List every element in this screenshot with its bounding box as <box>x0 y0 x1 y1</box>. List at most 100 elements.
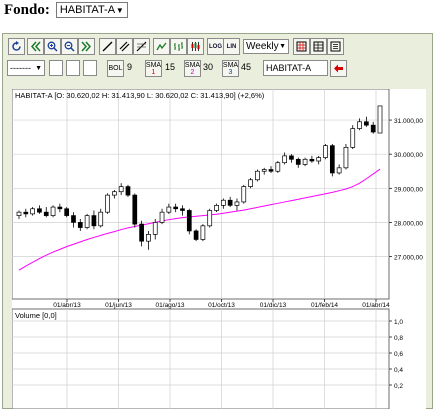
candle-body <box>16 211 22 216</box>
candle-body <box>152 222 158 235</box>
volume-tick-label: 0,6 <box>394 351 403 358</box>
period-select[interactable]: Weekly ▼ <box>243 39 289 54</box>
candle-body <box>30 208 35 215</box>
y-tick-label: 29.000,00 <box>394 186 423 193</box>
refresh-icon[interactable] <box>8 38 25 55</box>
fondo-select[interactable]: HABITAT-A ▼ <box>55 2 128 18</box>
volume-tick-label: 0,4 <box>394 367 403 374</box>
volume-tick-label: 1,0 <box>394 319 403 326</box>
color-box-1[interactable] <box>49 60 63 76</box>
candle-body <box>248 179 253 187</box>
x-tick-label: 01/dic/13 <box>260 302 287 309</box>
candle-body <box>343 147 349 169</box>
x-tick-label: 01/abr/13 <box>53 302 81 309</box>
candle-body <box>71 215 76 223</box>
candle-body <box>193 230 199 240</box>
scroll-left-icon[interactable] <box>27 38 44 55</box>
candle-body <box>173 206 179 210</box>
candle-body <box>23 211 29 215</box>
candle-body <box>323 145 328 158</box>
color-box-2[interactable] <box>66 60 80 76</box>
candle-body <box>180 208 185 211</box>
sma1-label: SMA <box>145 61 162 69</box>
table-view-icon[interactable] <box>310 38 327 55</box>
list-view-icon[interactable] <box>327 38 344 55</box>
x-tick-label: 01/oct/13 <box>208 302 235 309</box>
bar-chart-icon[interactable] <box>170 38 187 55</box>
candle-body <box>50 206 56 216</box>
candle-body <box>200 225 206 240</box>
candle-body <box>57 206 63 210</box>
y-tick-label: 30.000,00 <box>394 152 423 159</box>
chart-header: HABITAT-A [O: 30.620,02 H: 31.413,90 L: … <box>15 91 265 100</box>
candle-body <box>370 124 376 133</box>
candle-body <box>377 105 383 134</box>
fondo-selector-row: Fondo: HABITAT-A ▼ <box>4 0 128 20</box>
color-box-3[interactable] <box>83 60 97 76</box>
symbol-input[interactable]: HABITAT-A <box>263 60 328 76</box>
line-chart-icon[interactable] <box>153 38 170 55</box>
sma2-button[interactable]: SMA 2 <box>184 60 201 77</box>
candle-body <box>302 158 308 165</box>
x-tick-label: 01/feb/14 <box>311 302 338 309</box>
candle-body <box>84 215 90 228</box>
candle-body <box>364 121 369 126</box>
candle-body <box>241 186 247 203</box>
log-scale-button[interactable]: LOG <box>207 38 224 55</box>
candle-body <box>186 210 192 232</box>
channel-tool-icon[interactable] <box>116 38 133 55</box>
y-tick-label: 31.000,00 <box>394 118 423 125</box>
zoom-in-icon[interactable] <box>44 38 61 55</box>
candle-body <box>357 121 362 129</box>
candle-body <box>132 194 138 225</box>
candle-body <box>336 167 342 174</box>
candle-body <box>309 158 315 162</box>
sma2-value: 30 <box>203 62 214 72</box>
lin-scale-button[interactable]: LIN <box>223 38 240 55</box>
fibonacci-tool-icon[interactable] <box>133 38 150 55</box>
candle-body <box>37 208 42 213</box>
sma3-button[interactable]: SMA 3 <box>222 60 239 77</box>
candle-body <box>282 155 287 164</box>
chart-panel: LOG ------- ▼ BOL 9 SMA 1 15 SMA 2 30 SM… <box>2 33 433 410</box>
grid-icon[interactable] <box>293 38 310 55</box>
chart-toolbar-bottom: ------- ▼ BOL 9 SMA 1 15 SMA 2 30 SMA 3 … <box>3 58 432 79</box>
candle-body <box>275 162 281 172</box>
candle-body <box>289 155 294 160</box>
candle-body <box>220 199 226 206</box>
candlestick-chart-icon[interactable] <box>187 38 204 55</box>
line-style-select[interactable]: ------- ▼ <box>7 60 45 76</box>
volume-tick-label: 0,8 <box>394 335 403 342</box>
bollinger-button[interactable]: BOL <box>107 60 124 77</box>
candle-body <box>255 170 260 181</box>
candle-body <box>105 194 110 213</box>
candle-body <box>146 234 151 242</box>
candle-body <box>166 206 172 213</box>
candle-body <box>227 199 233 206</box>
volume-label: Volume [0,0] <box>15 311 57 320</box>
sma2-label: SMA <box>184 61 201 69</box>
sma1-button[interactable]: SMA 1 <box>145 60 162 77</box>
trendline-tool-icon[interactable] <box>99 38 116 55</box>
bollinger-label: BOL <box>108 65 123 72</box>
volume-tick-label: 0,2 <box>394 383 403 390</box>
sma3-label: SMA <box>222 61 239 69</box>
candle-body <box>98 211 104 227</box>
sma3-value: 45 <box>241 62 252 72</box>
candle-body <box>329 145 335 174</box>
candle-body <box>125 186 131 196</box>
sma3-index: 3 <box>228 68 233 76</box>
fondo-label: Fondo: <box>4 1 50 18</box>
arrow-left-icon[interactable] <box>330 60 347 77</box>
price-pane <box>11 88 390 300</box>
sma1-index: 1 <box>151 68 156 76</box>
candle-body <box>43 211 49 216</box>
candle-body <box>350 128 356 148</box>
chevron-down-icon: ▼ <box>35 64 42 72</box>
zoom-out-icon[interactable] <box>61 38 78 55</box>
candle-body <box>261 169 267 172</box>
candle-body <box>139 223 144 242</box>
symbol-value: HABITAT-A <box>266 63 312 73</box>
scroll-right-icon[interactable] <box>78 38 95 55</box>
candle-body <box>64 208 70 216</box>
